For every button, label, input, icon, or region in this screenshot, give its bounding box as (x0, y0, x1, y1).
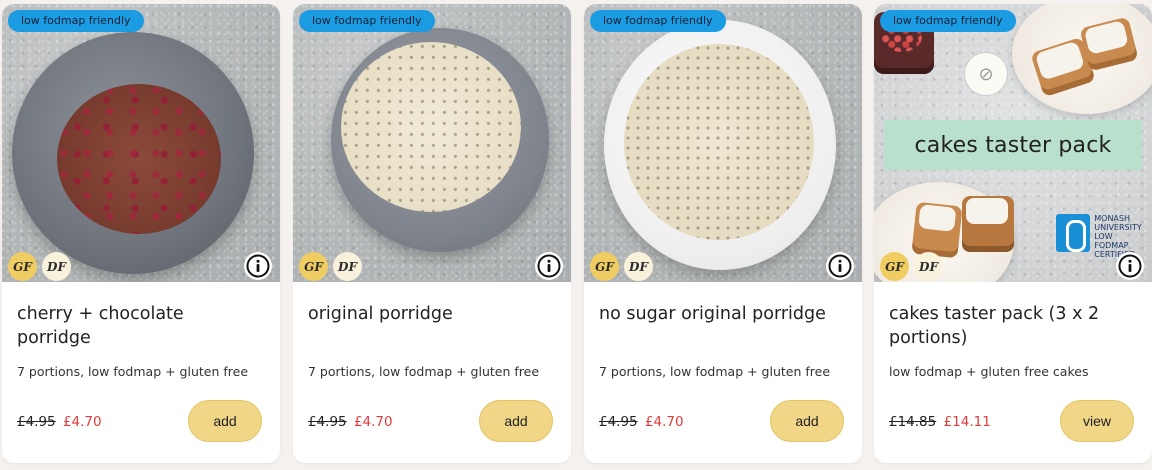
diet-badges: GF DF (8, 252, 71, 281)
dairy-free-badge: DF (624, 252, 653, 281)
original-price: £4.95 (17, 414, 56, 430)
diet-badges: GF DF (590, 252, 653, 281)
diet-badges: GF DF (880, 252, 943, 281)
product-details: cherry + chocolate porridge 7 portions, … (2, 282, 280, 463)
gluten-free-badge: GF (590, 252, 619, 281)
diet-badges: GF DF (299, 252, 362, 281)
original-price: £4.95 (308, 414, 347, 430)
product-subtitle: low fodmap + gluten free cakes (889, 364, 1089, 379)
product-price: £14.85 £14.11 (889, 414, 991, 430)
product-subtitle: 7 portions, low fodmap + gluten free (599, 364, 831, 379)
product-card[interactable]: low fodmap friendly GF DF cherry + choco… (2, 4, 280, 463)
sale-price: £4.70 (353, 414, 393, 430)
gluten-free-badge: GF (880, 252, 909, 281)
product-details: original porridge 7 portions, low fodmap… (293, 282, 571, 463)
product-card[interactable]: ⊘ cakes taster pack MONASH UNIVERSITY LO… (874, 4, 1152, 463)
product-image[interactable]: ⊘ cakes taster pack MONASH UNIVERSITY LO… (874, 4, 1152, 282)
monash-certified-logo: MONASH UNIVERSITY LOW FODMAP CERTIFIED (1056, 214, 1144, 259)
gluten-free-badge: GF (299, 252, 328, 281)
gluten-free-badge: GF (8, 252, 37, 281)
dairy-free-badge: DF (333, 252, 362, 281)
porridge-image (341, 42, 521, 212)
low-fodmap-tag: low fodmap friendly (880, 10, 1016, 32)
porridge-image (624, 44, 814, 240)
info-icon[interactable] (826, 252, 854, 280)
product-details: no sugar original porridge 7 portions, l… (584, 282, 862, 463)
product-card[interactable]: low fodmap friendly GF DF original porri… (293, 4, 571, 463)
product-title[interactable]: cherry + chocolate porridge (17, 302, 262, 350)
wheat-free-stamp-icon: ⊘ (964, 52, 1008, 96)
low-fodmap-tag: low fodmap friendly (299, 10, 435, 32)
sale-price: £14.11 (943, 414, 991, 430)
add-button[interactable]: add (479, 400, 553, 442)
product-image[interactable]: low fodmap friendly GF DF (293, 4, 571, 282)
original-price: £4.95 (599, 414, 638, 430)
add-button[interactable]: add (188, 400, 262, 442)
monash-logo-text: MONASH UNIVERSITY LOW FODMAP CERTIFIED (1094, 214, 1142, 259)
product-details: cakes taster pack (3 x 2 portions) low f… (874, 282, 1152, 463)
info-icon[interactable] (1116, 252, 1144, 280)
low-fodmap-tag: low fodmap friendly (8, 10, 144, 32)
info-icon[interactable] (244, 252, 272, 280)
porridge-image (57, 84, 221, 234)
original-price: £14.85 (889, 414, 937, 430)
sale-price: £4.70 (62, 414, 102, 430)
product-title[interactable]: original porridge (308, 302, 553, 326)
product-price: £4.95 £4.70 (599, 414, 684, 430)
cake-image (962, 196, 1014, 252)
low-fodmap-tag: low fodmap friendly (590, 10, 726, 32)
product-price: £4.95 £4.70 (17, 414, 102, 430)
info-icon[interactable] (535, 252, 563, 280)
view-button[interactable]: view (1060, 400, 1134, 442)
cake-image (911, 201, 963, 259)
product-image[interactable]: low fodmap friendly GF DF (584, 4, 862, 282)
image-banner: cakes taster pack (884, 120, 1142, 170)
product-title[interactable]: no sugar original porridge (599, 302, 844, 326)
add-button[interactable]: add (770, 400, 844, 442)
product-price: £4.95 £4.70 (308, 414, 393, 430)
product-title[interactable]: cakes taster pack (3 x 2 portions) (889, 302, 1134, 350)
dairy-free-badge: DF (914, 252, 943, 281)
sale-price: £4.70 (644, 414, 684, 430)
monash-logo-icon (1056, 214, 1091, 252)
dairy-free-badge: DF (42, 252, 71, 281)
product-subtitle: 7 portions, low fodmap + gluten free (17, 364, 249, 379)
product-image[interactable]: low fodmap friendly GF DF (2, 4, 280, 282)
product-card[interactable]: low fodmap friendly GF DF no sugar origi… (584, 4, 862, 463)
product-subtitle: 7 portions, low fodmap + gluten free (308, 364, 540, 379)
